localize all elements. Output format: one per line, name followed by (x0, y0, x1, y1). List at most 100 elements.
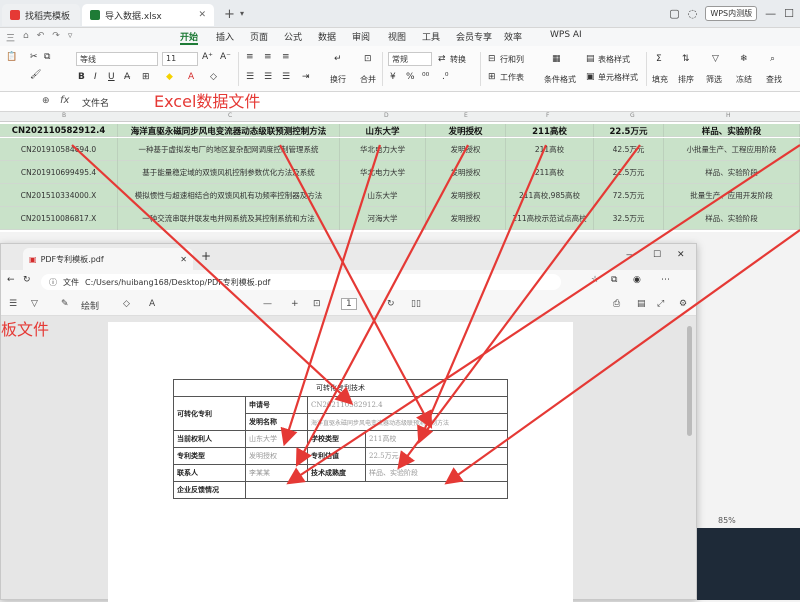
settings-icon[interactable]: ⚙ (679, 299, 687, 309)
find-icon[interactable]: ⌕ (770, 54, 775, 64)
freeze-button[interactable]: 冻结 (736, 74, 752, 85)
menu-wps-ai[interactable]: WPS AI (550, 30, 582, 40)
chevron-down-icon[interactable]: ▾ (240, 9, 244, 18)
zoom-icon[interactable]: ⊕ (42, 96, 50, 106)
table-cell[interactable]: 一种交流串联并联发电并网系统及其控制系统和方法 (118, 207, 340, 230)
column-header[interactable]: C (228, 112, 232, 119)
redo-icon[interactable]: ↷ (52, 31, 60, 44)
clear-format-icon[interactable]: ◇ (210, 72, 217, 82)
address-bar[interactable]: ⓘ 文件 C:/Users/huibang168/Desktop/PDF专利模板… (41, 274, 561, 290)
contents-icon[interactable]: ☰ (9, 299, 17, 309)
menu-view[interactable]: 视图 (388, 30, 406, 43)
menu-data[interactable]: 数据 (318, 30, 336, 43)
draw-icon[interactable]: ✎ (61, 299, 69, 309)
percent-icon[interactable]: % (406, 72, 415, 82)
table-cell[interactable]: CN202110582912.4 (0, 124, 118, 137)
zoom-out-icon[interactable]: — (263, 299, 272, 309)
rotate-icon[interactable]: ↻ (387, 299, 395, 309)
zoom-level[interactable]: 85% (718, 516, 736, 525)
fill-color-icon[interactable]: ◆ (166, 72, 173, 82)
column-header[interactable]: D (384, 112, 389, 119)
strikethrough-icon[interactable]: A̶ (124, 72, 130, 82)
column-header[interactable]: B (62, 112, 66, 119)
table-cell[interactable]: 小批量生产、工程应用阶段 (664, 138, 800, 161)
formula-input[interactable]: 文件名 (82, 96, 109, 109)
table-cell[interactable]: 基于能量稳定域的双馈风机控制参数优化方法及系统 (118, 161, 340, 184)
menu-formula[interactable]: 公式 (284, 30, 302, 43)
column-header[interactable]: F (546, 112, 549, 119)
home-icon[interactable]: ⌂ (23, 31, 29, 44)
erase-icon[interactable]: ◇ (123, 299, 130, 309)
two-page-icon[interactable]: ▯▯ (411, 299, 421, 309)
table-cell[interactable]: 模拟惯性与超速相结合的双馈风机有功频率控制器及方法 (118, 184, 340, 207)
sort-button[interactable]: 排序 (678, 74, 694, 85)
table-cell[interactable]: 发明授权 (426, 138, 506, 161)
column-header[interactable]: E (464, 112, 468, 119)
align-center-icon[interactable]: ☰ (264, 72, 272, 82)
decimal-increase-icon[interactable]: ⁰⁰ (422, 72, 429, 82)
fx-icon[interactable]: fx (60, 95, 69, 106)
save-icon[interactable]: ▤ (637, 299, 646, 309)
table-cell[interactable]: 22.5万元 (594, 161, 664, 184)
close-icon[interactable]: ✕ (677, 250, 685, 260)
sort-icon[interactable]: ⇅ (682, 54, 690, 64)
scrollbar[interactable] (687, 326, 692, 436)
find-button[interactable]: 查找 (766, 74, 782, 85)
indent-icon[interactable]: ⇥ (302, 72, 310, 82)
undo-icon[interactable]: ↶ (37, 31, 45, 44)
table-cell[interactable]: 发明授权 (426, 184, 506, 207)
copy-icon[interactable]: ⧉ (44, 52, 50, 62)
font-name-select[interactable]: 等线 (76, 52, 158, 66)
table-cell[interactable]: 发明授权 (426, 207, 506, 230)
extension-icon[interactable]: ⧉ (611, 275, 617, 285)
menu-icon[interactable]: 三 (6, 31, 15, 44)
table-cell[interactable]: 211高校,985高校 (506, 184, 594, 207)
profile-icon[interactable]: ◉ (633, 275, 641, 285)
menu-member[interactable]: 会员专享 (456, 30, 492, 43)
table-cell[interactable]: 山东大学 (340, 124, 426, 137)
table-cell[interactable]: 河海大学 (340, 207, 426, 230)
table-cell[interactable]: 211高校示范试点高校 (506, 207, 594, 230)
fit-page-icon[interactable]: ⊡ (313, 299, 321, 309)
merge-button[interactable]: 合并 (360, 74, 376, 85)
menu-efficiency[interactable]: 效率 (504, 30, 522, 43)
align-middle-icon[interactable]: ≡ (264, 52, 272, 62)
back-icon[interactable]: ← (7, 275, 15, 285)
table-cell[interactable]: CN201510086817.X (0, 207, 118, 230)
conditional-format-button[interactable]: 条件格式 (544, 74, 576, 85)
menu-review[interactable]: 审阅 (352, 30, 370, 43)
column-header[interactable]: G (630, 112, 635, 119)
table-cell[interactable]: 发明授权 (426, 124, 506, 137)
table-cell[interactable]: CN201910584694.0 (0, 138, 118, 161)
cut-icon[interactable]: ✂ (30, 52, 38, 62)
align-left-icon[interactable]: ☰ (246, 72, 254, 82)
decimal-decrease-icon[interactable]: .⁰ (442, 72, 448, 82)
zoom-in-icon[interactable]: + (291, 299, 299, 309)
table-row[interactable]: CN201510086817.X 一种交流串联并联发电并网系统及其控制系统和方法… (0, 207, 800, 230)
font-color-icon[interactable]: A (188, 72, 194, 82)
new-tab-button[interactable]: + (224, 7, 235, 22)
cell-style-button[interactable]: 单元格样式 (598, 72, 638, 83)
table-cell[interactable]: 样品、实验阶段 (664, 207, 800, 230)
table-cell[interactable]: 42.5万元 (594, 138, 664, 161)
form-value-school[interactable]: 211高校 (365, 430, 508, 448)
filter-button[interactable]: 筛选 (706, 74, 722, 85)
restore-icon[interactable]: ▢ (669, 7, 679, 20)
table-cell[interactable]: 32.5万元 (594, 207, 664, 230)
form-value-maturity[interactable]: 样品、实验阶段 (365, 464, 508, 482)
format-painter-icon[interactable]: 🖌 (30, 70, 41, 80)
italic-icon[interactable]: I (94, 72, 97, 82)
table-row[interactable]: CN201910584694.0 一种基于虚拟发电厂的地区复杂配网调度控制管理系… (0, 138, 800, 161)
close-tab-icon[interactable]: ✕ (198, 10, 206, 20)
pdf-tab[interactable]: ▣ PDF专利模板.pdf ✕ (23, 248, 193, 270)
fill-button[interactable]: 填充 (652, 74, 668, 85)
convert-button[interactable]: 转换 (450, 54, 466, 65)
table-cell[interactable]: CN201910699495.4 (0, 161, 118, 184)
form-value-app-no[interactable]: CN202110582912.4 (307, 396, 508, 414)
highlight-icon[interactable]: ▽ (31, 299, 38, 309)
form-value-type[interactable]: 发明授权 (245, 447, 308, 465)
table-cell[interactable]: 72.5万元 (594, 184, 664, 207)
bold-icon[interactable]: B (78, 72, 85, 82)
table-cell[interactable]: 211高校 (506, 124, 594, 137)
align-right-icon[interactable]: ☰ (282, 72, 290, 82)
